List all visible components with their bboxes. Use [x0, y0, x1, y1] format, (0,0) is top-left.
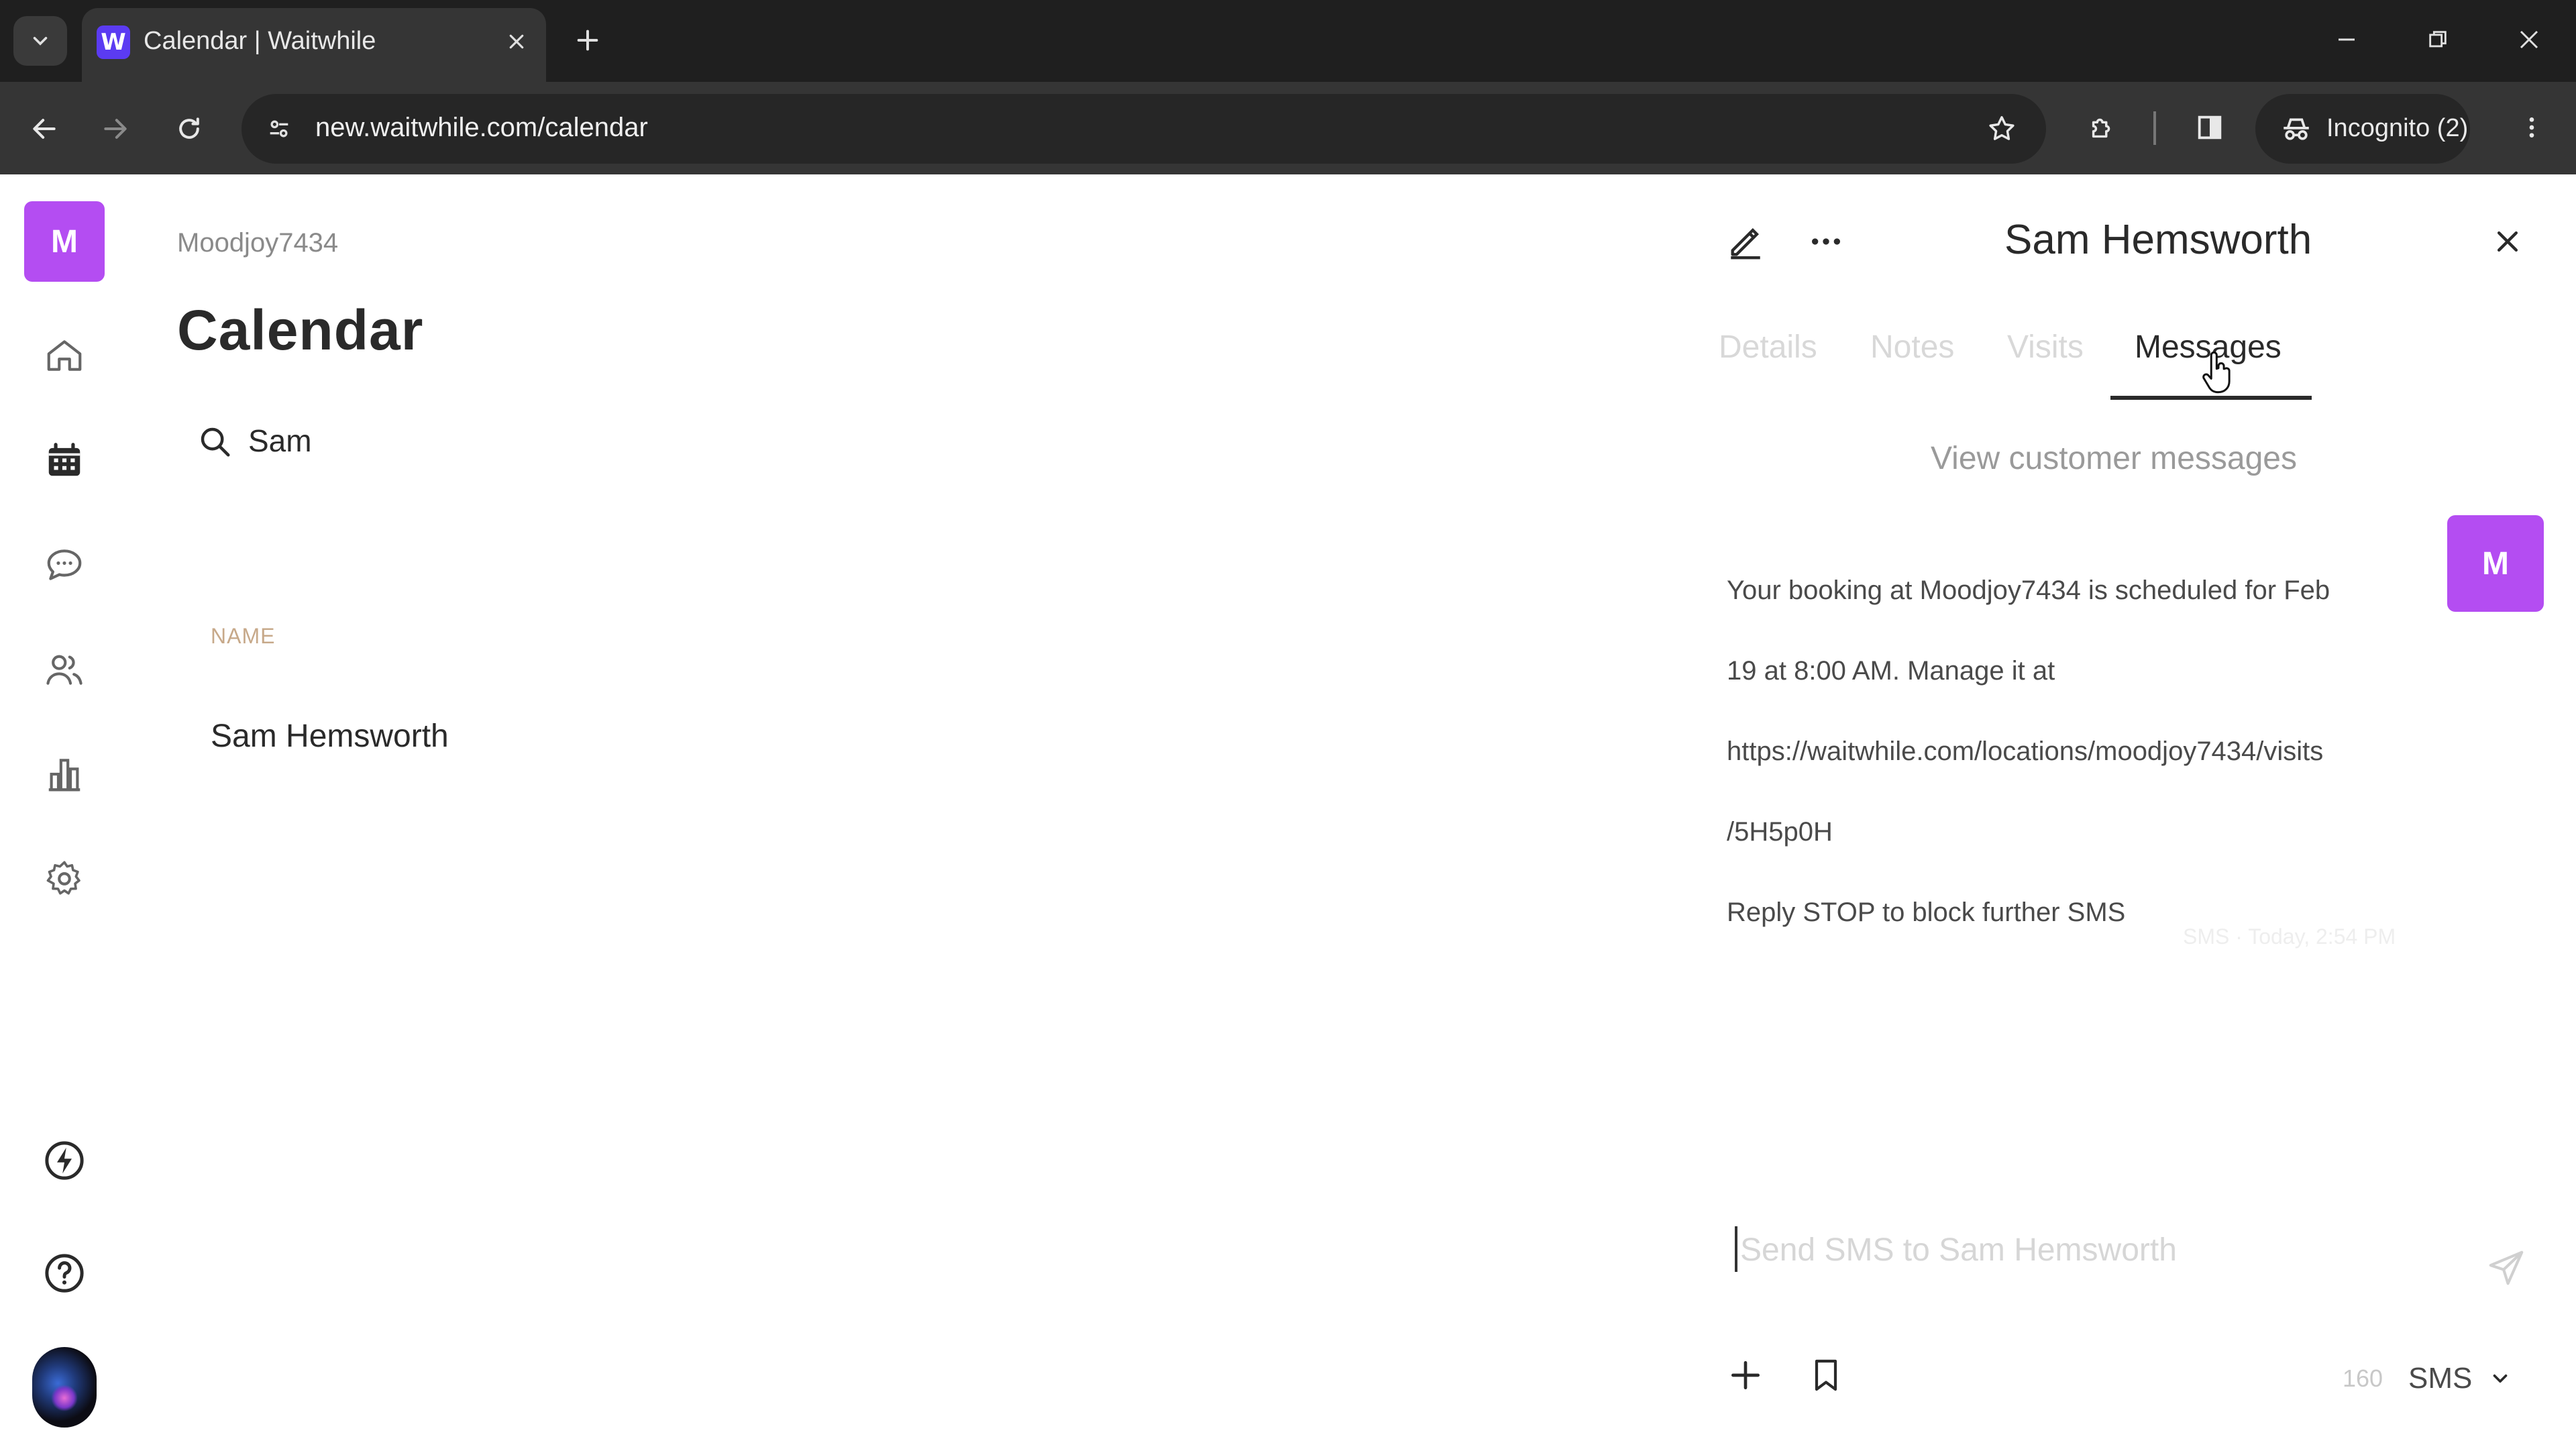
sidebar-item-help[interactable]: [38, 1246, 91, 1300]
tab-notes[interactable]: Notes: [1870, 329, 1954, 366]
edit-customer-button[interactable]: [1719, 215, 1772, 268]
chat-bubble-icon: [47, 549, 82, 580]
pencil-icon: [1731, 228, 1760, 260]
incognito-icon: [2284, 118, 2309, 140]
channel-label: SMS: [2408, 1362, 2473, 1395]
kebab-menu-icon: [2529, 117, 2534, 138]
back-button[interactable]: [19, 103, 70, 154]
side-panel-icon: [2198, 115, 2222, 140]
tab-visits[interactable]: Visits: [2007, 329, 2084, 366]
toolbar-divider: [2153, 111, 2156, 145]
reload-button[interactable]: [164, 103, 215, 154]
text-caret: [1735, 1226, 1737, 1272]
address-bar[interactable]: new.waitwhile.com/calendar: [241, 94, 2046, 164]
sidebar-item-customers[interactable]: [38, 643, 91, 696]
view-customer-messages-link[interactable]: View customer messages: [1931, 440, 2297, 477]
extensions-button[interactable]: [2077, 102, 2128, 153]
reload-icon: [179, 117, 199, 139]
sms-compose-input[interactable]: [1740, 1224, 2411, 1276]
sidebar-item-home[interactable]: [38, 329, 91, 382]
message-line: 19 at 8:00 AM. Manage it at: [1727, 656, 2055, 686]
help-icon: [45, 1254, 84, 1293]
waitwhile-favicon-icon: W: [97, 25, 130, 59]
send-icon: [2489, 1250, 2524, 1285]
close-icon: [509, 34, 524, 49]
chevron-down-icon: [2487, 1365, 2514, 1392]
star-icon: [1989, 116, 2015, 140]
close-icon: [2497, 231, 2518, 252]
message-bubble: Your booking at Moodjoy7434 is scheduled…: [1727, 530, 2438, 973]
browser-tab-bar: W Calendar | Waitwhile: [0, 0, 2576, 82]
close-panel-button[interactable]: [2483, 217, 2532, 266]
sidebar-item-calendar[interactable]: [38, 433, 91, 487]
table-row[interactable]: Sam Hemsworth: [211, 718, 449, 755]
workspace-avatar[interactable]: M: [24, 201, 105, 282]
chevron-down-icon: [33, 36, 48, 46]
sidebar-item-analytics[interactable]: [38, 747, 91, 801]
send-button[interactable]: [2479, 1241, 2533, 1295]
gear-icon: [46, 861, 80, 895]
browser-tab-active[interactable]: W Calendar | Waitwhile: [82, 8, 546, 82]
site-info-button[interactable]: [256, 106, 302, 152]
add-attachment-button[interactable]: [1719, 1348, 1772, 1402]
side-panel-button[interactable]: [2184, 102, 2235, 153]
incognito-label: Incognito (2): [2326, 114, 2469, 142]
message-line: /5H5p0H: [1727, 817, 1833, 847]
sidebar-item-whats-new[interactable]: [38, 1134, 91, 1187]
users-icon: [46, 655, 83, 685]
tab-details[interactable]: Details: [1719, 329, 1817, 366]
tab-search-button[interactable]: [13, 16, 67, 66]
home-icon: [47, 340, 82, 371]
sender-avatar: M: [2447, 515, 2544, 612]
message-timestamp: SMS · Today, 2:54 PM: [2183, 924, 2396, 949]
bookmark-star-button[interactable]: [1980, 107, 2023, 150]
character-count: 160: [2343, 1364, 2383, 1392]
minimize-button[interactable]: [2320, 17, 2373, 62]
url-text[interactable]: new.waitwhile.com/calendar: [315, 113, 648, 143]
forward-button[interactable]: [90, 103, 141, 154]
page-title: Calendar: [177, 299, 424, 362]
ellipsis-icon: [1812, 238, 1840, 245]
minimize-icon: [2339, 38, 2355, 41]
breadcrumb[interactable]: Moodjoy7434: [177, 228, 338, 258]
browser-menu-button[interactable]: [2506, 102, 2557, 153]
customer-name-title: Sam Hemsworth: [2004, 217, 2312, 263]
sidebar-item-messages[interactable]: [38, 538, 91, 592]
puzzle-icon: [2092, 118, 2110, 138]
user-profile-avatar[interactable]: [32, 1347, 97, 1428]
restore-icon: [2429, 31, 2447, 48]
column-header-name[interactable]: NAME: [211, 624, 275, 649]
lightning-icon: [45, 1141, 84, 1180]
incognito-indicator[interactable]: Incognito (2): [2255, 94, 2470, 164]
search-icon: [195, 421, 235, 462]
close-icon: [2520, 30, 2538, 49]
tab-close-button[interactable]: [498, 23, 535, 60]
hand-cursor-icon: [2202, 351, 2231, 394]
message-line: Your booking at Moodjoy7434 is scheduled…: [1727, 576, 2330, 605]
channel-select[interactable]: SMS: [2408, 1355, 2542, 1402]
restore-button[interactable]: [2411, 17, 2465, 62]
customer-panel: Sam Hemsworth Details Notes Visits Messa…: [1690, 174, 2576, 1449]
browser-toolbar: new.waitwhile.com/calendar Incognito (2): [0, 82, 2576, 174]
window-close-button[interactable]: [2502, 17, 2556, 62]
calendar-icon: [48, 443, 80, 476]
plus-icon: [1731, 1361, 1760, 1389]
search-input[interactable]: [248, 417, 852, 464]
tune-icon: [270, 120, 288, 138]
tab-title: Calendar | Waitwhile: [144, 27, 376, 55]
arrow-left-icon: [33, 119, 56, 139]
app-sidebar: M: [0, 174, 129, 1449]
active-tab-indicator: [2110, 396, 2312, 400]
arrow-right-icon: [104, 119, 127, 139]
bookmark-icon: [1815, 1359, 1837, 1391]
sidebar-item-settings[interactable]: [38, 852, 91, 906]
bar-chart-icon: [48, 759, 80, 792]
new-tab-button[interactable]: [568, 20, 608, 60]
plus-icon: [577, 30, 598, 51]
more-options-button[interactable]: [1799, 215, 1853, 268]
saved-replies-button[interactable]: [1799, 1348, 1853, 1402]
message-line: https://waitwhile.com/locations/moodjoy7…: [1727, 737, 2324, 766]
